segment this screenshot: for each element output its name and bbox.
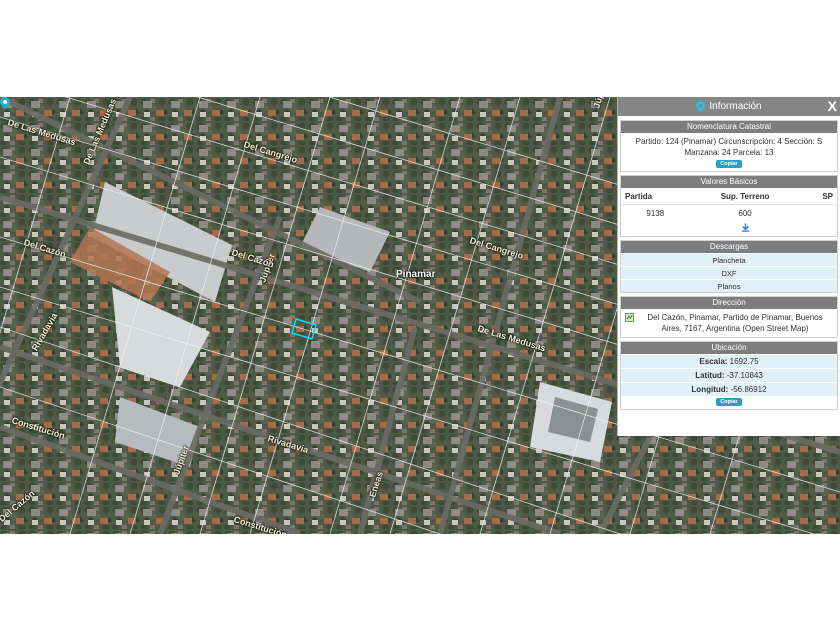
info-panel: Información X Nomenclatura Catastral Par… xyxy=(617,97,840,436)
section-title: Dirección xyxy=(621,297,837,309)
table-cell xyxy=(801,205,838,220)
column-header: Sup. Terreno xyxy=(689,188,801,205)
valores-table: Partida Sup. Terreno SP 9138 600 xyxy=(621,188,837,236)
copy-ubicacion-button[interactable]: Copiar xyxy=(716,398,742,406)
longitud-value: -56.86912 xyxy=(730,385,767,394)
column-header: SP xyxy=(800,188,837,205)
nomenclatura-line: Partido: 124 (Pinamar) Circunscripción: … xyxy=(635,137,823,146)
location-marker-icon[interactable] xyxy=(0,97,10,109)
ubicacion-section: Ubicación Escala: 1692.75 Latitud: -37.1… xyxy=(620,341,838,410)
latitud-label: Latitud: xyxy=(695,371,725,380)
escala-value: 1692.75 xyxy=(729,357,759,366)
valores-section: Valores Básicos Partida Sup. Terreno SP … xyxy=(620,175,838,237)
copy-nomenclatura-button[interactable]: Copiar xyxy=(716,160,742,168)
nomenclatura-text: Partido: 124 (Pinamar) Circunscripción: … xyxy=(621,133,837,159)
panel-header: Información X xyxy=(618,97,840,116)
address-row: Del Cazón, Pinamar, Partido de Pinamar, … xyxy=(621,309,837,337)
close-icon[interactable]: X xyxy=(828,98,837,114)
download-dxf-link[interactable]: DXF xyxy=(621,266,837,279)
table-cell: 9138 xyxy=(646,209,665,218)
longitud-row: Longitud: -56.86912 xyxy=(621,382,837,396)
table-cell: 600 xyxy=(738,209,752,218)
section-title: Nomenclatura Catastral xyxy=(621,121,837,133)
direccion-section: Dirección Del Cazón, Pinamar, Partido de… xyxy=(620,296,838,338)
latitud-row: Latitud: -37.10843 xyxy=(621,368,837,382)
nomenclatura-line: Manzana: 24 Parcela: 13 xyxy=(684,148,774,157)
table-row xyxy=(621,219,837,236)
address-text: Del Cazón, Pinamar, Partido de Pinamar, … xyxy=(647,313,823,333)
latitud-value: -37.10843 xyxy=(726,371,763,380)
section-title: Descargas xyxy=(621,241,837,253)
column-header: Partida xyxy=(621,188,690,205)
map-viewer: De Las Medusas Del Cangrejo Del Cazón De… xyxy=(0,97,840,534)
section-title: Valores Básicos xyxy=(621,176,837,188)
table-header-row: Partida Sup. Terreno SP xyxy=(621,188,837,205)
escala-row: Escala: 1692.75 xyxy=(621,354,837,368)
download-icon[interactable] xyxy=(741,223,750,232)
panel-title: Información xyxy=(709,101,762,112)
download-plancheta-link[interactable]: Plancheta xyxy=(621,253,837,266)
escala-label: Escala: xyxy=(699,357,728,366)
descargas-section: Descargas Plancheta DXF Planos xyxy=(620,240,838,293)
nomenclatura-section: Nomenclatura Catastral Partido: 124 (Pin… xyxy=(620,120,838,172)
longitud-label: Longitud: xyxy=(691,385,729,394)
section-title: Ubicación xyxy=(621,342,837,354)
location-pin-icon xyxy=(696,101,706,112)
table-row: 9138 600 xyxy=(621,205,837,220)
map-document-icon xyxy=(625,313,634,322)
download-planos-link[interactable]: Planos xyxy=(621,279,837,292)
city-label: Pinamar xyxy=(396,269,436,280)
